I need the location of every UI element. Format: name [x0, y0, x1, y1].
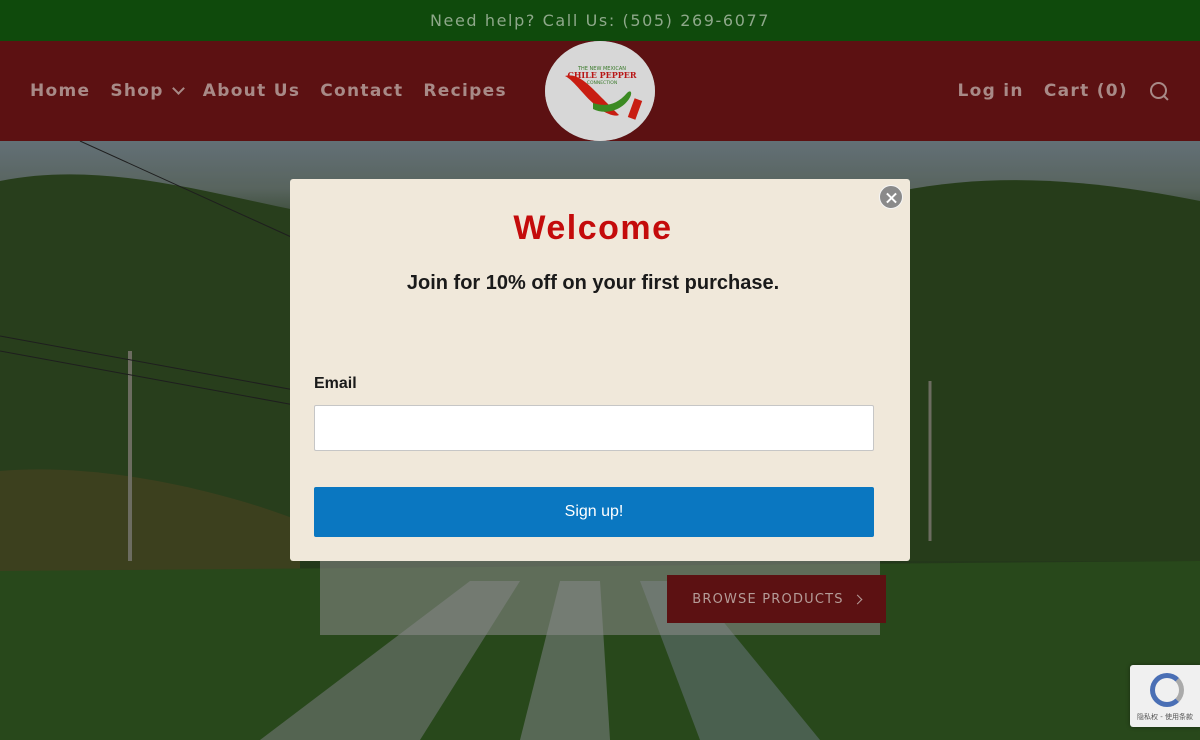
- chevron-right-icon: [852, 594, 863, 604]
- announcement-text: Need help? Call Us: (505) 269-6077: [429, 11, 771, 30]
- browse-products-button[interactable]: BROWSE PRODUCTS: [667, 575, 886, 623]
- signup-button[interactable]: Sign up!: [314, 487, 874, 537]
- recaptcha-icon: [1150, 673, 1184, 707]
- cart-link[interactable]: Cart (0): [1044, 81, 1128, 101]
- site-logo[interactable]: THE NEW MEXICAN CHILE PEPPER CONNECTION: [545, 41, 655, 141]
- logo-line-3: CONNECTION: [587, 80, 617, 86]
- main-nav: Home Shop About Us Contact Recipes: [30, 41, 507, 141]
- search-icon[interactable]: [1148, 80, 1170, 102]
- cart-label: Cart (0): [1043, 81, 1128, 101]
- nav-shop[interactable]: Shop: [110, 81, 185, 101]
- nav-contact[interactable]: Contact: [320, 81, 403, 101]
- recaptcha-badge[interactable]: 隐私权 - 使用条款: [1130, 665, 1200, 727]
- email-field[interactable]: [314, 405, 874, 451]
- nav-contact-label: Contact: [320, 81, 404, 101]
- chile-pepper-logo-icon: THE NEW MEXICAN CHILE PEPPER CONNECTION: [545, 41, 655, 141]
- nav-about-us[interactable]: About Us: [203, 81, 300, 101]
- login-link[interactable]: Log in: [958, 81, 1024, 101]
- nav-recipes[interactable]: Recipes: [423, 81, 506, 101]
- nav-home[interactable]: Home: [30, 81, 90, 101]
- close-icon[interactable]: [879, 185, 903, 209]
- header-actions: Log in Cart (0): [958, 41, 1171, 141]
- nav-shop-label: Shop: [110, 81, 164, 101]
- nav-home-label: Home: [30, 81, 91, 101]
- browse-products-label: BROWSE PRODUCTS: [692, 591, 844, 607]
- recaptcha-footer: 隐私权 - 使用条款: [1137, 713, 1193, 721]
- chevron-down-icon: [171, 82, 185, 95]
- modal-subtitle: Join for 10% off on your first purchase.: [406, 272, 780, 294]
- login-label: Log in: [957, 81, 1024, 101]
- signup-modal: Welcome Join for 10% off on your first p…: [290, 179, 910, 561]
- nav-recipes-label: Recipes: [423, 81, 507, 101]
- nav-about-label: About Us: [202, 81, 301, 101]
- announcement-bar: Need help? Call Us: (505) 269-6077: [0, 0, 1200, 41]
- email-label: Email: [314, 375, 357, 392]
- modal-title: Welcome: [513, 209, 673, 247]
